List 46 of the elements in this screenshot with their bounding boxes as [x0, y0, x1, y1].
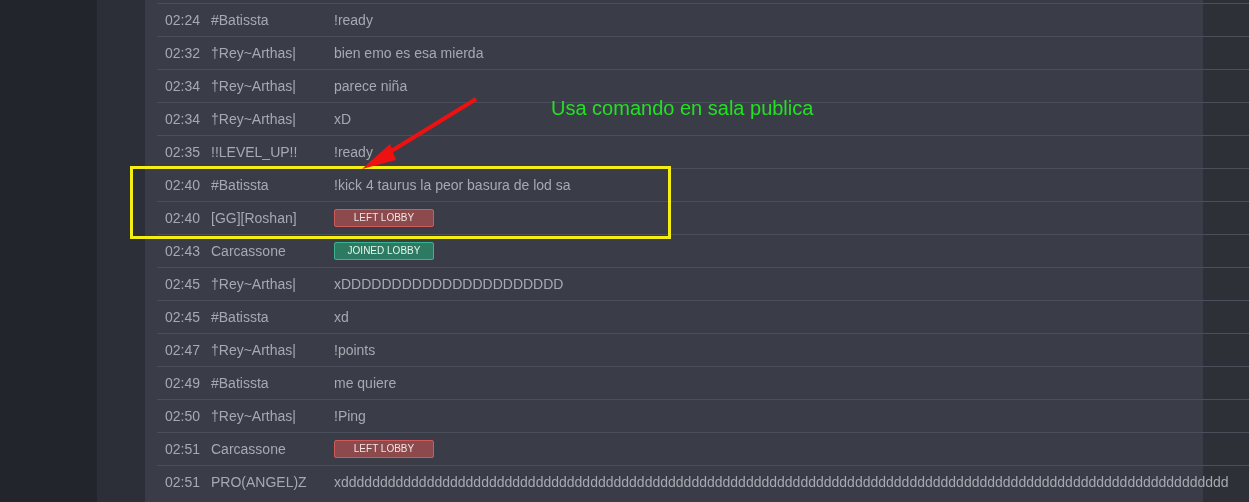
- message-time: 02:51: [165, 474, 202, 490]
- message-text: !kick 4 taurus la peor basura de lod sa: [334, 177, 571, 193]
- user-name: †Rey~Arthas|: [211, 342, 297, 358]
- message-text: !ready: [334, 12, 373, 28]
- message-text: !ready: [334, 144, 373, 160]
- left-lobby-tag: LEFT LOBBY: [334, 209, 434, 227]
- message-text: bien emo es esa mierda: [334, 45, 484, 61]
- message-time: 02:43: [165, 243, 202, 259]
- message-time: 02:34: [165, 78, 202, 94]
- message-time: 02:35: [165, 144, 202, 160]
- message-text: xd: [334, 309, 349, 325]
- message-time: 02:47: [165, 342, 202, 358]
- user-name: Carcassone: [211, 441, 287, 457]
- user-name: [GG][Roshan]: [211, 210, 298, 226]
- user-name: #Batissta: [211, 177, 270, 193]
- user-name: Carcassone: [211, 243, 287, 259]
- message-time: 02:45: [165, 309, 202, 325]
- user-name: #Batissta: [211, 309, 270, 325]
- message-time: 02:40: [165, 177, 202, 193]
- message-time: 02:45: [165, 276, 202, 292]
- message-text: xDDDDDDDDDDDDDDDDDDDDDD: [334, 276, 564, 292]
- user-name: !!LEVEL_UP!!: [211, 144, 299, 160]
- message-time: 02:49: [165, 375, 202, 391]
- message-text: me quiere: [334, 375, 397, 391]
- message-time: 02:51: [165, 441, 202, 457]
- user-name: †Rey~Arthas|: [211, 111, 297, 127]
- message-time: 02:24: [165, 12, 202, 28]
- user-name: †Rey~Arthas|: [211, 276, 297, 292]
- user-name: #Batissta: [211, 12, 270, 28]
- message-text: !Ping: [334, 408, 366, 424]
- joined-lobby-tag: JOINED LOBBY: [334, 242, 434, 260]
- user-name: #Batissta: [211, 375, 270, 391]
- user-name: †Rey~Arthas|: [211, 408, 297, 424]
- message-text: !points: [334, 342, 376, 358]
- left-lobby-tag: LEFT LOBBY: [334, 440, 434, 458]
- message-text: parece niña: [334, 78, 408, 94]
- user-name: †Rey~Arthas|: [211, 45, 297, 61]
- user-name: PRO(ANGEL)Z: [211, 474, 308, 490]
- message-time: 02:32: [165, 45, 202, 61]
- user-name: †Rey~Arthas|: [211, 78, 297, 94]
- message-text: xdddddddddddddddddddddddddddddddddddddddddddddddddddddddddddddddddddddddddddddddddddddddddddddddddddddddddddddddddd: [334, 474, 1229, 490]
- message-time: 02:40: [165, 210, 202, 226]
- annotation-caption: Usa comando en sala publica: [551, 97, 814, 120]
- message-time: 02:34: [165, 111, 202, 127]
- message-text: xD: [334, 111, 352, 127]
- message-time: 02:50: [165, 408, 202, 424]
